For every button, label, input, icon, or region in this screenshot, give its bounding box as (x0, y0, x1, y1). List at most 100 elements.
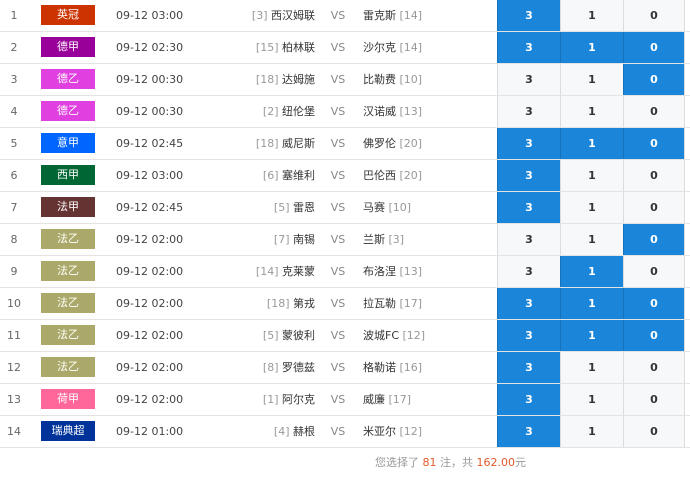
away-team[interactable]: 兰斯 [3] (363, 224, 404, 255)
bet-option-draw[interactable]: 1 (560, 352, 623, 383)
away-team[interactable]: 沙尔克 [14] (363, 32, 422, 63)
home-team[interactable]: [4] 赫根 (200, 416, 315, 447)
bet-option-win[interactable]: 3 (497, 320, 560, 351)
league-badge[interactable]: 法乙 (41, 229, 95, 249)
bet-option-win[interactable]: 3 (497, 224, 560, 255)
bet-option-draw[interactable]: 1 (560, 192, 623, 223)
bet-option-draw[interactable]: 1 (560, 256, 623, 287)
match-index: 11 (7, 329, 21, 342)
away-rank: [14] (399, 41, 423, 54)
bet-option-win[interactable]: 3 (497, 96, 560, 127)
bet-option-draw[interactable]: 1 (560, 32, 623, 63)
match-time: 09-12 03:00 (116, 169, 184, 182)
bet-option-win[interactable]: 3 (497, 256, 560, 287)
bet-option-lose[interactable]: 0 (623, 416, 685, 447)
match-row: 5 意甲 09-12 02:45 [18] 威尼斯 VS 佛罗伦 [20] 3 1 0 (0, 128, 690, 160)
league-badge[interactable]: 法乙 (41, 325, 95, 345)
bet-option-draw[interactable]: 1 (560, 128, 623, 159)
bet-option-win[interactable]: 3 (497, 192, 560, 223)
away-team-name: 比勒费 (363, 73, 396, 86)
bet-option-lose[interactable]: 0 (623, 160, 685, 191)
league-badge[interactable]: 英冠 (41, 5, 95, 25)
home-team[interactable]: [15] 柏林联 (200, 32, 315, 63)
bet-option-win[interactable]: 3 (497, 0, 560, 31)
home-team[interactable]: [6] 塞维利 (200, 160, 315, 191)
away-rank: [17] (388, 393, 412, 406)
bet-option-draw[interactable]: 1 (560, 288, 623, 319)
home-team[interactable]: [1] 阿尔克 (200, 384, 315, 415)
away-team[interactable]: 比勒费 [10] (363, 64, 422, 95)
away-team[interactable]: 马赛 [10] (363, 192, 411, 223)
away-team[interactable]: 威廉 [17] (363, 384, 411, 415)
away-team[interactable]: 布洛涅 [13] (363, 256, 422, 287)
bet-option-draw[interactable]: 1 (560, 416, 623, 447)
bet-option-lose[interactable]: 0 (623, 320, 685, 351)
home-team[interactable]: [18] 达姆施 (200, 64, 315, 95)
bet-option-lose[interactable]: 0 (623, 224, 685, 255)
away-rank: [20] (399, 137, 423, 150)
bet-option-draw[interactable]: 1 (560, 96, 623, 127)
match-time: 09-12 00:30 (116, 73, 184, 86)
away-team[interactable]: 拉瓦勒 [17] (363, 288, 422, 319)
bet-option-draw[interactable]: 1 (560, 224, 623, 255)
bet-option-lose[interactable]: 0 (623, 256, 685, 287)
bet-option-win[interactable]: 3 (497, 64, 560, 95)
bet-option-win[interactable]: 3 (497, 160, 560, 191)
league-badge[interactable]: 德乙 (41, 101, 95, 121)
bet-option-draw[interactable]: 1 (560, 0, 623, 31)
league-badge[interactable]: 意甲 (41, 133, 95, 153)
bet-option-lose[interactable]: 0 (623, 352, 685, 383)
bet-option-lose[interactable]: 0 (623, 0, 685, 31)
bet-option-draw[interactable]: 1 (560, 64, 623, 95)
bet-option-win[interactable]: 3 (497, 128, 560, 159)
bet-option-draw[interactable]: 1 (560, 384, 623, 415)
bet-option-win[interactable]: 3 (497, 352, 560, 383)
match-row: 11 法乙 09-12 02:00 [5] 蒙彼利 VS 波城FC [12] 3 1 0 (0, 320, 690, 352)
away-team[interactable]: 波城FC [12] (363, 320, 425, 351)
league-badge[interactable]: 荷甲 (41, 389, 95, 409)
bet-option-lose[interactable]: 0 (623, 96, 685, 127)
bet-option-win[interactable]: 3 (497, 288, 560, 319)
bet-option-lose[interactable]: 0 (623, 384, 685, 415)
home-team[interactable]: [3] 西汉姆联 (200, 0, 315, 31)
bet-option-lose[interactable]: 0 (623, 192, 685, 223)
home-team[interactable]: [7] 南锡 (200, 224, 315, 255)
match-row: 1 英冠 09-12 03:00 [3] 西汉姆联 VS 雷克斯 [14] 3 1 0 (0, 0, 690, 32)
league-badge[interactable]: 法乙 (41, 357, 95, 377)
away-team[interactable]: 汉诺威 [13] (363, 96, 422, 127)
bet-option-win[interactable]: 3 (497, 32, 560, 63)
bet-option-win[interactable]: 3 (497, 384, 560, 415)
away-rank: [3] (388, 233, 405, 246)
home-team[interactable]: [18] 威尼斯 (200, 128, 315, 159)
league-badge[interactable]: 德甲 (41, 37, 95, 57)
home-team[interactable]: [8] 罗德兹 (200, 352, 315, 383)
home-team[interactable]: [2] 纽伦堡 (200, 96, 315, 127)
league-badge[interactable]: 西甲 (41, 165, 95, 185)
bet-option-lose[interactable]: 0 (623, 128, 685, 159)
home-team[interactable]: [14] 克莱蒙 (200, 256, 315, 287)
away-team[interactable]: 佛罗伦 [20] (363, 128, 422, 159)
match-row: 12 法乙 09-12 02:00 [8] 罗德兹 VS 格勒诺 [16] 3 1 0 (0, 352, 690, 384)
bet-option-draw[interactable]: 1 (560, 160, 623, 191)
bet-option-draw[interactable]: 1 (560, 320, 623, 351)
home-team[interactable]: [5] 蒙彼利 (200, 320, 315, 351)
home-team[interactable]: [5] 雷恩 (200, 192, 315, 223)
vs-label: VS (330, 297, 346, 310)
home-team-name: 阿尔克 (282, 393, 315, 406)
league-badge[interactable]: 法甲 (41, 197, 95, 217)
bet-option-win[interactable]: 3 (497, 416, 560, 447)
away-team[interactable]: 格勒诺 [16] (363, 352, 422, 383)
league-badge[interactable]: 瑞典超 (41, 421, 95, 441)
match-row: 7 法甲 09-12 02:45 [5] 雷恩 VS 马赛 [10] 3 1 0 (0, 192, 690, 224)
league-badge[interactable]: 德乙 (41, 69, 95, 89)
bet-option-lose[interactable]: 0 (623, 64, 685, 95)
away-team[interactable]: 雷克斯 [14] (363, 0, 422, 31)
league-badge[interactable]: 法乙 (41, 293, 95, 313)
away-team[interactable]: 巴伦西 [20] (363, 160, 422, 191)
league-badge[interactable]: 法乙 (41, 261, 95, 281)
bet-option-lose[interactable]: 0 (623, 32, 685, 63)
home-team[interactable]: [18] 第戎 (200, 288, 315, 319)
home-rank: [8] (262, 361, 279, 374)
away-team[interactable]: 米亚尔 [12] (363, 416, 422, 447)
bet-option-lose[interactable]: 0 (623, 288, 685, 319)
